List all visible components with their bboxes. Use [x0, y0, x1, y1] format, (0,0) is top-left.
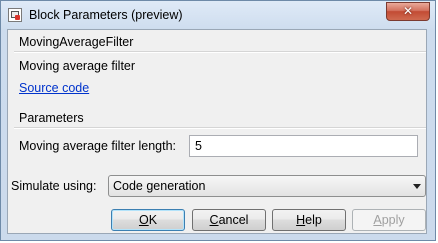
apply-button[interactable]: Apply — [352, 209, 426, 231]
block-name-header: MovingAverageFilter — [19, 35, 134, 49]
help-button[interactable]: Help — [272, 209, 346, 231]
parameters-header: Parameters — [19, 111, 84, 125]
filter-length-input[interactable]: 5 — [189, 135, 418, 157]
source-code-link[interactable]: Source code — [19, 81, 89, 95]
block-parameters-icon — [8, 8, 22, 22]
chevron-down-icon — [413, 184, 421, 189]
divider — [14, 51, 426, 53]
simulate-using-value: Code generation — [113, 179, 206, 193]
block-description: Moving average filter — [19, 59, 136, 73]
filter-length-label: Moving average filter length: — [19, 139, 177, 153]
simulate-using-label: Simulate using: — [11, 179, 97, 193]
simulate-using-dropdown[interactable]: Code generation — [108, 175, 426, 197]
divider — [14, 127, 426, 129]
cancel-button[interactable]: Cancel — [192, 209, 266, 231]
title-bar[interactable]: Block Parameters (preview) ✕ — [1, 1, 435, 31]
window-title: Block Parameters (preview) — [29, 8, 183, 22]
ok-button[interactable]: OK — [111, 209, 185, 231]
close-button[interactable]: ✕ — [386, 2, 430, 21]
